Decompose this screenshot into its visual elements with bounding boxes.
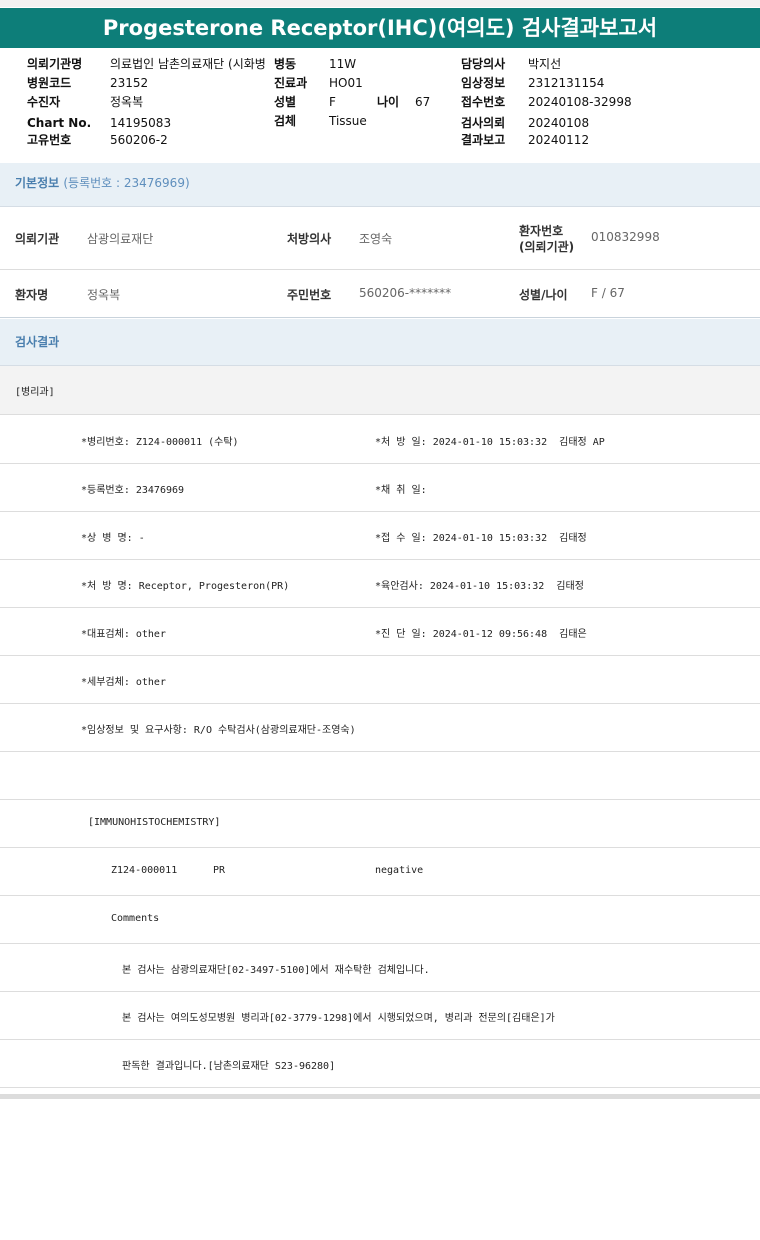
label-test-request: 검사의뢰 xyxy=(461,116,506,130)
ihc-result-row: Z124-000011 PR negative xyxy=(0,848,760,896)
label-patient-name: 환자명 xyxy=(15,288,49,302)
value-patient-name: 정옥복 xyxy=(87,288,121,302)
department-label: [병리과] xyxy=(15,387,55,398)
value-patient-number: 010832998 xyxy=(591,230,660,244)
label-unique-number: 고유번호 xyxy=(27,133,72,147)
comment-row-1: 본 검사는 삼광의료재단[02-3497-5100]에서 재수탁한 검체입니다. xyxy=(0,944,760,992)
label-hospital-code: 병원코드 xyxy=(27,76,72,90)
basic-info-header: 기본정보 (등록번호 : 23476969) xyxy=(0,163,760,207)
value-hospital-code: 23152 xyxy=(110,76,149,90)
value-unique-number: 560206-2 xyxy=(110,133,168,147)
result-line-row: *처 방 명: Receptor, Progesteron(PR) *육안검사: … xyxy=(0,560,760,608)
result-line-right: *진 단 일: 2024-01-12 09:56:48 김태은 xyxy=(375,629,587,640)
value-resident-number: 560206-******* xyxy=(359,286,452,300)
label-chart-no: Chart No. xyxy=(27,116,92,130)
result-line-row: *대표검체: other *진 단 일: 2024-01-12 09:56:48 … xyxy=(0,608,760,656)
result-line-right: *접 수 일: 2024-01-10 15:03:32 김태정 xyxy=(375,533,587,544)
label-patient-number: 환자번호 xyxy=(519,224,564,238)
result-line-left: *임상정보 및 요구사항: R/O 수탁검사(삼광의료재단-조영숙) xyxy=(81,725,356,736)
label-receipt-number: 접수번호 xyxy=(461,95,506,109)
label-result-report: 결과보고 xyxy=(461,133,506,147)
label-patient-number-sub: (의뢰기관) xyxy=(519,240,575,254)
label-age: 나이 xyxy=(377,95,400,109)
label-requesting-institution: 의뢰기관명 xyxy=(27,57,83,71)
report-title: Progesterone Receptor(IHC)(여의도) 검사결과보고서 xyxy=(0,8,760,48)
value-receipt-number: 20240108-32998 xyxy=(528,95,632,109)
value-sex-age: F / 67 xyxy=(591,286,625,300)
ihc-marker: PR xyxy=(213,865,226,876)
value-institution: 삼광의료재단 xyxy=(87,232,154,246)
value-requesting-institution: 의료법인 남촌의료재단 (시화병 xyxy=(110,57,266,71)
value-test-request: 20240108 xyxy=(528,116,590,130)
label-patient: 수진자 xyxy=(27,95,61,109)
result-line-row: *세부검체: other xyxy=(0,656,760,704)
comment-line-2: 본 검사는 여의도성모병원 병리과[02-3779-1298]에서 시행되었으며… xyxy=(122,1013,555,1024)
value-department: HO01 xyxy=(329,76,363,90)
ihc-header: [IMMUNOHISTOCHEMISTRY] xyxy=(88,817,221,828)
value-result-report: 20240112 xyxy=(528,133,590,147)
basic-info-row-2: 환자명 정옥복 주민번호 560206-******* 성별/나이 F / 67 xyxy=(0,270,760,318)
result-line-row: *상 병 명: - *접 수 일: 2024-01-10 15:03:32 김태정 xyxy=(0,512,760,560)
value-age: 67 xyxy=(415,95,431,109)
result-line-row: *등록번호: 23476969 *채 취 일: xyxy=(0,464,760,512)
result-line-left: *상 병 명: - xyxy=(81,533,145,544)
value-sex: F xyxy=(329,95,336,109)
comment-line-1: 본 검사는 삼광의료재단[02-3497-5100]에서 재수탁한 검체입니다. xyxy=(122,965,430,976)
value-chart-no: 14195083 xyxy=(110,116,172,130)
result-line-left: *세부검체: other xyxy=(81,677,166,688)
ihc-result: negative xyxy=(375,865,424,876)
label-ward: 병동 xyxy=(274,57,297,71)
result-line-right: *육안검사: 2024-01-10 15:03:32 김태정 xyxy=(375,581,584,592)
result-line-left: *처 방 명: Receptor, Progesteron(PR) xyxy=(81,581,290,592)
value-attending-doctor: 박지선 xyxy=(528,57,562,71)
ihc-specimen-id: Z124-000011 xyxy=(111,865,178,876)
top-border xyxy=(0,0,760,7)
label-institution: 의뢰기관 xyxy=(15,232,60,246)
result-line-left: *병리번호: Z124-000011 (수탁) xyxy=(81,437,239,448)
label-sex: 성별 xyxy=(274,95,297,109)
ihc-header-row: [IMMUNOHISTOCHEMISTRY] xyxy=(0,800,760,848)
value-clinical-info: 2312131154 xyxy=(528,76,605,90)
bottom-border xyxy=(0,1094,760,1099)
comments-row: Comments xyxy=(0,896,760,944)
value-ward: 11W xyxy=(329,57,357,71)
result-line-right: *처 방 일: 2024-01-10 15:03:32 김태정 AP xyxy=(375,437,605,448)
value-patient: 정옥복 xyxy=(110,95,144,109)
result-line-left: *등록번호: 23476969 xyxy=(81,485,185,496)
result-line-row: *병리번호: Z124-000011 (수탁) *처 방 일: 2024-01-1… xyxy=(0,416,760,464)
label-sex-age: 성별/나이 xyxy=(519,288,568,302)
value-specimen: Tissue xyxy=(329,114,367,128)
comments-label: Comments xyxy=(111,913,160,924)
label-attending-doctor: 담당의사 xyxy=(461,57,506,71)
basic-info-row-1: 의뢰기관 삼광의료재단 처방의사 조영숙 환자번호 (의뢰기관) 0108329… xyxy=(0,207,760,270)
basic-info-title: 기본정보 xyxy=(15,176,60,190)
results-title: 검사결과 xyxy=(15,335,60,349)
department-row: [병리과] xyxy=(0,366,760,415)
blank-row xyxy=(0,752,760,800)
result-line-right: *채 취 일: xyxy=(375,485,427,496)
result-line-row: *임상정보 및 요구사항: R/O 수탁검사(삼광의료재단-조영숙) xyxy=(0,704,760,752)
results-header: 검사결과 xyxy=(0,319,760,366)
label-resident-number: 주민번호 xyxy=(287,288,332,302)
comment-row-3: 판독한 결과입니다.[남촌의료재단 S23-96280] xyxy=(0,1040,760,1088)
result-line-left: *대표검체: other xyxy=(81,629,166,640)
value-prescribing-doctor: 조영숙 xyxy=(359,232,393,246)
label-specimen: 검체 xyxy=(274,114,297,128)
label-department: 진료과 xyxy=(274,76,308,90)
comment-line-3: 판독한 결과입니다.[남촌의료재단 S23-96280] xyxy=(122,1061,336,1072)
basic-info-registration: (등록번호 : 23476969) xyxy=(63,176,190,190)
label-prescribing-doctor: 처방의사 xyxy=(287,232,332,246)
label-clinical-info: 임상정보 xyxy=(461,76,506,90)
comment-row-2: 본 검사는 여의도성모병원 병리과[02-3779-1298]에서 시행되었으며… xyxy=(0,992,760,1040)
